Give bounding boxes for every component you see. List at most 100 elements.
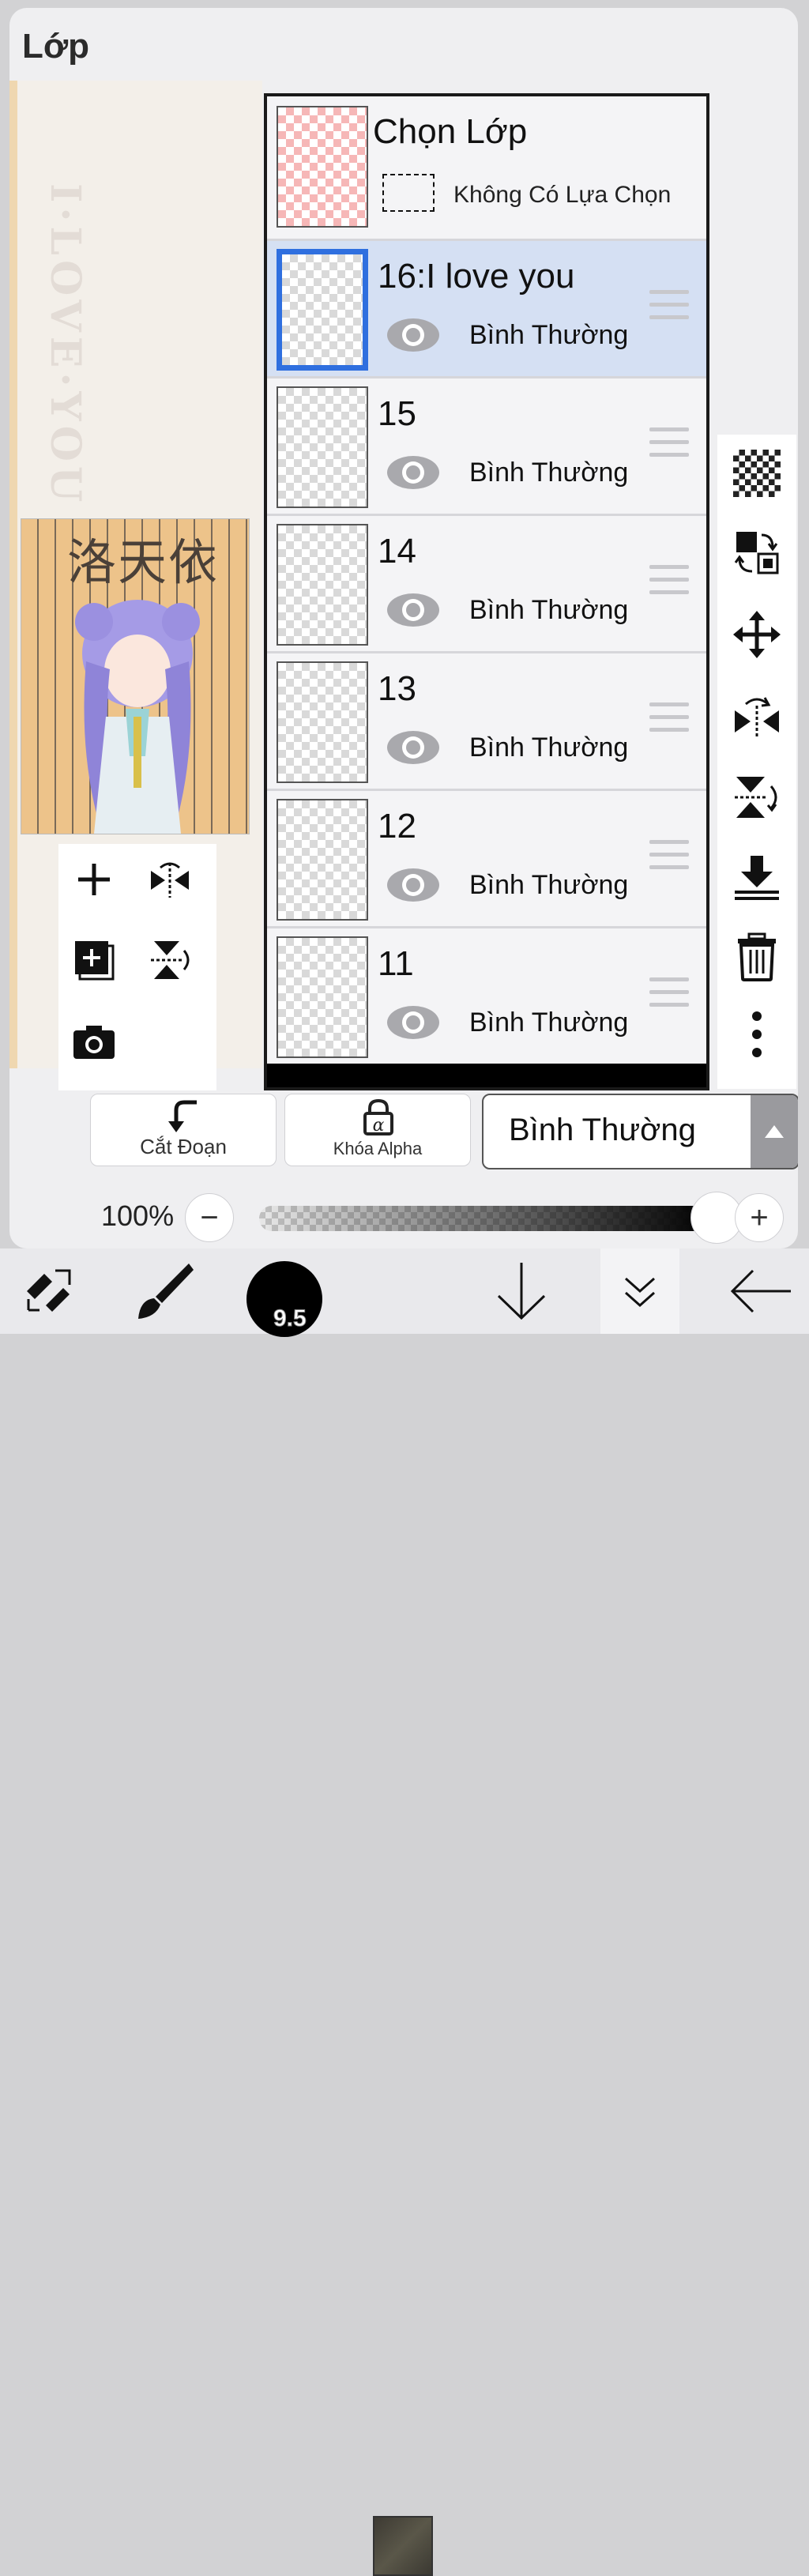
delete-layer-button[interactable] xyxy=(729,929,785,985)
layer-thumbnail xyxy=(277,386,368,508)
layer-blend-mode: Bình Thường xyxy=(469,320,629,350)
drag-handle-icon[interactable] xyxy=(649,702,689,739)
drag-handle-icon[interactable] xyxy=(649,840,689,876)
visibility-eye-icon[interactable] xyxy=(386,1004,441,1041)
mirror-button[interactable] xyxy=(729,689,785,744)
brush-icon xyxy=(138,1264,194,1319)
selection-marquee-icon xyxy=(382,174,435,212)
thumbnail-character xyxy=(75,600,200,834)
layer-blend-mode: Bình Thường xyxy=(469,733,629,763)
double-chevron-icon xyxy=(625,1277,655,1308)
bottom-toolbar xyxy=(0,1248,809,2576)
minus-icon: − xyxy=(200,1199,219,1235)
merge-down-icon xyxy=(735,856,779,900)
visibility-eye-icon[interactable] xyxy=(386,454,441,491)
canvas-thumbnail: 洛天依 xyxy=(21,518,250,834)
flip-horizontal-icon xyxy=(151,862,189,898)
dropdown-arrow-icon[interactable] xyxy=(751,1095,798,1168)
alpha-lock-button[interactable]: α Khóa Alpha xyxy=(284,1094,471,1166)
layer-blend-mode: Bình Thường xyxy=(469,870,629,900)
rotate-flip-icon xyxy=(735,777,777,818)
layer-row[interactable]: 15 Bình Thường xyxy=(267,376,706,514)
flip-vertical-icon xyxy=(151,941,190,979)
layer-down-button[interactable] xyxy=(482,1248,561,1334)
layer-thumbnail xyxy=(277,661,368,783)
more-button[interactable] xyxy=(729,1007,785,1062)
color-swatch[interactable] xyxy=(373,2516,433,2576)
selection-thumbnail xyxy=(277,106,368,228)
visibility-eye-icon[interactable] xyxy=(386,729,441,766)
move-icon xyxy=(733,611,781,658)
opacity-increase-button[interactable]: + xyxy=(735,1193,784,1242)
alpha-lock-icon: α xyxy=(363,1099,393,1135)
rotate-flip-button[interactable] xyxy=(729,770,785,825)
selection-status: Không Có Lựa Chọn xyxy=(453,182,672,208)
drag-handle-icon[interactable] xyxy=(649,427,689,464)
selection-title: Chọn Lớp xyxy=(373,112,528,151)
layer-row[interactable]: 13 Bình Thường xyxy=(267,651,706,789)
transform-icon xyxy=(27,1269,71,1312)
brush-size-indicator[interactable]: 9.5 xyxy=(246,1261,322,1337)
swap-button[interactable] xyxy=(729,525,785,580)
layer-row[interactable]: 12 Bình Thường xyxy=(267,789,706,926)
move-button[interactable] xyxy=(729,607,785,662)
layer-name: 15 xyxy=(378,394,416,433)
brush-button[interactable] xyxy=(125,1248,204,1334)
drag-handle-icon[interactable] xyxy=(649,977,689,1014)
layer-name: 11 xyxy=(378,944,414,983)
blend-mode-value: Bình Thường xyxy=(509,1113,696,1147)
trash-icon xyxy=(738,932,776,981)
transparency-button[interactable] xyxy=(729,446,785,501)
camera-icon xyxy=(73,1026,115,1059)
selection-layer-row[interactable]: Chọn Lớp Không Có Lựa Chọn xyxy=(267,96,706,239)
transform-button[interactable] xyxy=(9,1248,88,1334)
canvas-ghost-art: I·LOVE·YOU xyxy=(41,183,89,507)
layer-name: 12 xyxy=(378,807,416,845)
clip-arrow-icon xyxy=(168,1100,197,1132)
layer-panel: Lớp I·LOVE·YOU 洛天依 Chọn Lớp Không Có Lựa… xyxy=(9,8,798,1248)
drag-handle-icon[interactable] xyxy=(649,565,689,601)
checker-icon xyxy=(733,450,781,497)
layer-thumbnail xyxy=(277,249,368,371)
layer-thumbnail xyxy=(277,936,368,1058)
layer-blend-mode: Bình Thường xyxy=(469,458,629,488)
layer-thumbnail xyxy=(277,799,368,921)
alpha-lock-label: Khóa Alpha xyxy=(333,1139,423,1158)
plus-icon: + xyxy=(750,1199,769,1235)
add-layer-button[interactable] xyxy=(66,852,122,907)
clip-button[interactable]: Cắt Đoạn xyxy=(90,1094,277,1166)
camera-button[interactable] xyxy=(66,1015,122,1070)
drag-handle-icon[interactable] xyxy=(649,290,689,326)
visibility-eye-icon[interactable] xyxy=(386,317,441,353)
thumbnail-title: 洛天依 xyxy=(67,533,220,591)
visibility-eye-icon[interactable] xyxy=(386,592,441,628)
layer-row[interactable]: 14 Bình Thường xyxy=(267,514,706,651)
left-tools xyxy=(58,844,216,1090)
layer-row[interactable]: 16:I love you Bình Thường xyxy=(267,239,706,376)
svg-text:α: α xyxy=(373,1116,385,1135)
opacity-decrease-button[interactable]: − xyxy=(185,1193,234,1242)
back-arrow-icon xyxy=(730,1269,791,1313)
flip-vertical-button[interactable] xyxy=(142,932,198,988)
back-button[interactable] xyxy=(717,1248,804,1334)
clip-label: Cắt Đoạn xyxy=(140,1135,227,1158)
flip-horizontal-button[interactable] xyxy=(142,852,198,907)
duplicate-layer-icon xyxy=(75,941,115,981)
visibility-eye-icon[interactable] xyxy=(386,867,441,903)
layer-list[interactable]: Chọn Lớp Không Có Lựa Chọn 16:I love you… xyxy=(264,93,709,1090)
layer-blend-mode: Bình Thường xyxy=(469,595,629,625)
layer-blend-mode: Bình Thường xyxy=(469,1007,629,1038)
add-layer-icon xyxy=(78,864,110,895)
more-icon xyxy=(752,1011,762,1057)
down-arrow-icon xyxy=(497,1263,546,1320)
layer-row[interactable]: 11 Bình Thường xyxy=(267,926,706,1064)
blend-mode-select[interactable]: Bình Thường xyxy=(482,1094,798,1169)
canvas-edge xyxy=(9,81,17,1068)
merge-down-button[interactable] xyxy=(729,850,785,906)
layer-name: 16:I love you xyxy=(378,257,575,296)
opacity-label: 100% xyxy=(101,1199,175,1232)
layer-name: 13 xyxy=(378,669,416,708)
duplicate-layer-button[interactable] xyxy=(66,932,122,988)
collapse-button[interactable] xyxy=(600,1248,679,1334)
opacity-slider[interactable] xyxy=(259,1206,711,1231)
